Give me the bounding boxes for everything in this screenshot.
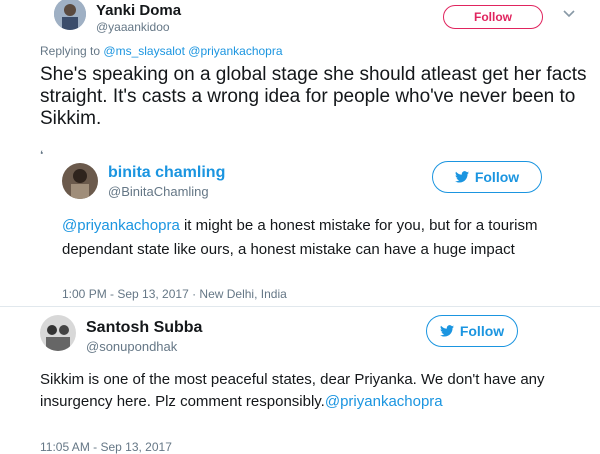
divider <box>0 306 600 307</box>
mention-link[interactable]: @priyankachopra <box>188 44 282 58</box>
user-name[interactable]: binita chamling <box>108 164 225 182</box>
follow-button-label: Follow <box>459 323 505 339</box>
more-options-icon[interactable] <box>562 7 576 21</box>
caret-mark: ❛ <box>40 150 44 161</box>
avatar[interactable] <box>62 163 98 199</box>
user-handle[interactable]: @sonupondhak <box>86 339 177 354</box>
user-handle[interactable]: @yaaankidoo <box>96 20 170 34</box>
tweet-body: Sikkim is one of the most peaceful state… <box>40 371 545 410</box>
avatar[interactable] <box>40 315 76 351</box>
replying-to-prefix: Replying to <box>40 44 101 58</box>
tweet-text: Sikkim is one of the most peaceful state… <box>40 369 550 413</box>
user-handle[interactable]: @BinitaChamling <box>108 184 209 199</box>
avatar[interactable] <box>54 0 86 30</box>
twitter-bird-icon <box>439 325 454 337</box>
mention-link[interactable]: @ms_slaysalot <box>103 44 185 58</box>
avatar-image <box>40 315 76 351</box>
avatar-image <box>54 0 86 30</box>
follow-button-label: Follow <box>474 10 512 24</box>
tweet-text: She's speaking on a global stage she sho… <box>40 64 587 129</box>
follow-button[interactable]: Follow <box>443 5 543 29</box>
user-name[interactable]: Yanki Doma <box>96 2 181 19</box>
twitter-bird-icon <box>454 171 469 183</box>
avatar-image <box>62 163 98 199</box>
tweet-text: @priyankachopra it might be a honest mis… <box>62 214 552 262</box>
follow-button[interactable]: Follow <box>432 161 542 193</box>
follow-button[interactable]: Follow <box>426 315 518 347</box>
user-name[interactable]: Santosh Subba <box>86 319 202 337</box>
mention-link[interactable]: @priyankachopra <box>325 393 443 410</box>
timestamp[interactable]: 11:05 AM - Sep 13, 2017 <box>40 440 172 454</box>
replying-to: Replying to @ms_slaysalot @priyankachopr… <box>40 44 283 58</box>
follow-button-label: Follow <box>474 169 520 185</box>
timestamp[interactable]: 1:00 PM - Sep 13, 2017 · New Delhi, Indi… <box>62 287 287 301</box>
mention-link[interactable]: @priyankachopra <box>62 217 180 234</box>
